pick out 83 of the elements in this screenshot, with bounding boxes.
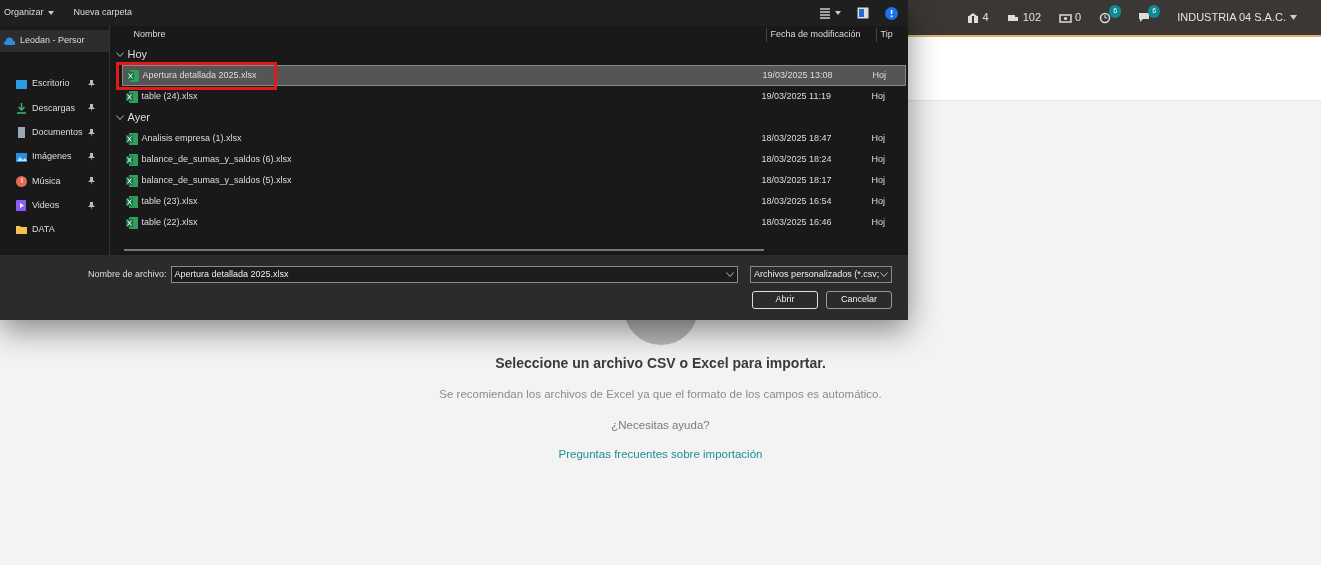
file-row[interactable]: Apertura detallada 2025.xlsx 19/03/2025 13:08 Hoj bbox=[121, 65, 906, 86]
file-name: table (23).xlsx bbox=[141, 194, 198, 208]
column-header[interactable]: Nombre bbox=[109, 28, 766, 42]
clock-icon[interactable] bbox=[1099, 11, 1113, 24]
video-icon bbox=[16, 200, 27, 212]
chat-icon[interactable] bbox=[1138, 11, 1152, 24]
file-name: table (22).xlsx bbox=[141, 215, 198, 229]
file-row[interactable]: balance_de_sumas_y_saldos (5).xlsx 18/03/2025 18:17 Hoj bbox=[121, 170, 906, 191]
file-date: 18/03/2025 18:17 bbox=[761, 173, 833, 187]
file-name: table (24).xlsx bbox=[141, 89, 198, 103]
company-dropdown[interactable]: INDUSTRIA 04 S.A.C. bbox=[1177, 9, 1297, 26]
sidebar-item[interactable]: Imágenes bbox=[0, 144, 109, 170]
group-label: Ayer bbox=[127, 110, 150, 126]
preview-pane-icon[interactable] bbox=[857, 7, 869, 19]
filename-field[interactable]: Apertura detallada 2025.xlsx bbox=[170, 266, 739, 283]
file-name: Analisis empresa (1).xlsx bbox=[141, 131, 242, 145]
help-icon[interactable] bbox=[885, 6, 898, 20]
organize-menu[interactable]: Organizar bbox=[4, 6, 54, 20]
file-row[interactable]: balance_de_sumas_y_saldos (6).xlsx 18/03/2025 18:24 Hoj bbox=[121, 149, 906, 170]
caret-icon bbox=[47, 11, 54, 15]
chevron-down-icon[interactable] bbox=[115, 51, 124, 58]
open-button[interactable]: Abrir bbox=[752, 291, 818, 309]
view-icon[interactable] bbox=[819, 7, 831, 19]
file-date: 19/03/2025 11:19 bbox=[761, 89, 832, 103]
file-type: Hoj bbox=[871, 194, 886, 208]
group-label: Hoy bbox=[127, 47, 148, 63]
file-row[interactable]: table (22).xlsx 18/03/2025 16:46 Hoj bbox=[121, 212, 906, 233]
sidebar-item[interactable]: Música bbox=[0, 169, 109, 194]
help-text: ¿Necesitas ayuda? bbox=[610, 418, 711, 434]
stat-count: 0 bbox=[1075, 10, 1082, 26]
column-header[interactable]: Fecha de modificación bbox=[765, 28, 876, 42]
spreadsheet-icon bbox=[125, 90, 138, 103]
file-type: Hoj bbox=[871, 152, 886, 166]
spreadsheet-icon bbox=[125, 153, 138, 166]
file-date: 19/03/2025 13:08 bbox=[762, 68, 834, 82]
sidebar-item[interactable]: Descargas bbox=[0, 96, 109, 121]
stat-count: 102 bbox=[1022, 10, 1042, 26]
document-icon bbox=[16, 127, 27, 139]
file-type: Hoj bbox=[871, 173, 886, 187]
import-hint: Se recomiendan los archivos de Excel ya que el formato de los campos es automático. bbox=[438, 387, 883, 402]
filename-label: Nombre de archivo: bbox=[88, 267, 167, 281]
stat-count: 4 bbox=[982, 10, 989, 26]
file-type-dropdown[interactable]: Archivos personalizados (*.csv; bbox=[750, 266, 892, 283]
file-type: Hoj bbox=[871, 215, 886, 229]
file-type: Hoj bbox=[871, 131, 886, 145]
monitor-icon bbox=[16, 78, 27, 90]
file-name: balance_de_sumas_y_saldos (5).xlsx bbox=[141, 173, 292, 187]
spreadsheet-icon bbox=[126, 69, 139, 82]
file-name: balance_de_sumas_y_saldos (6).xlsx bbox=[141, 152, 292, 166]
spreadsheet-icon bbox=[125, 195, 138, 208]
faq-link[interactable]: Preguntas frecuentes sobre importación bbox=[558, 447, 763, 460]
spreadsheet-icon bbox=[125, 132, 138, 145]
sidebar-item[interactable]: Escritorio bbox=[0, 72, 109, 97]
file-row[interactable]: table (23).xlsx 18/03/2025 16:54 Hoj bbox=[121, 191, 906, 212]
caret-icon bbox=[1290, 15, 1297, 20]
file-name: Apertura detallada 2025.xlsx bbox=[142, 68, 257, 82]
file-row[interactable]: Analisis empresa (1).xlsx 18/03/2025 18:47 Hoj bbox=[121, 128, 906, 149]
sidebar-item[interactable]: Leodan - Persor bbox=[0, 30, 109, 52]
file-type: Hoj bbox=[872, 68, 887, 82]
file-date: 18/03/2025 18:24 bbox=[761, 152, 833, 166]
sidebar-item[interactable]: DATA bbox=[0, 217, 109, 243]
file-date: 18/03/2025 18:47 bbox=[761, 131, 833, 145]
download-icon bbox=[16, 102, 27, 114]
file-row[interactable]: table (24).xlsx 19/03/2025 11:19 Hoj bbox=[121, 86, 906, 107]
caret-icon[interactable] bbox=[835, 11, 841, 15]
sidebar-item[interactable]: Videos bbox=[0, 193, 109, 218]
chevron-down-icon[interactable] bbox=[115, 114, 124, 121]
sidebar-item[interactable]: Documentos bbox=[0, 120, 109, 145]
chevron-down-icon bbox=[880, 272, 888, 277]
folder-icon bbox=[16, 224, 27, 236]
spreadsheet-icon bbox=[125, 174, 138, 187]
column-header[interactable]: Tip bbox=[875, 28, 906, 42]
file-date: 18/03/2025 16:54 bbox=[761, 194, 833, 208]
import-title: Seleccione un archivo CSV o Excel para importar. bbox=[494, 354, 827, 373]
picture-icon bbox=[16, 151, 27, 163]
new-folder-button[interactable]: Nueva carpeta bbox=[73, 6, 133, 20]
file-type: Hoj bbox=[871, 89, 886, 103]
file-date: 18/03/2025 16:46 bbox=[761, 215, 833, 229]
cancel-button[interactable]: Cancelar bbox=[826, 291, 892, 309]
cloud-icon bbox=[4, 35, 15, 47]
banknote-icon[interactable] bbox=[1059, 11, 1073, 24]
chevron-down-icon bbox=[726, 272, 735, 277]
spreadsheet-icon bbox=[125, 216, 138, 229]
